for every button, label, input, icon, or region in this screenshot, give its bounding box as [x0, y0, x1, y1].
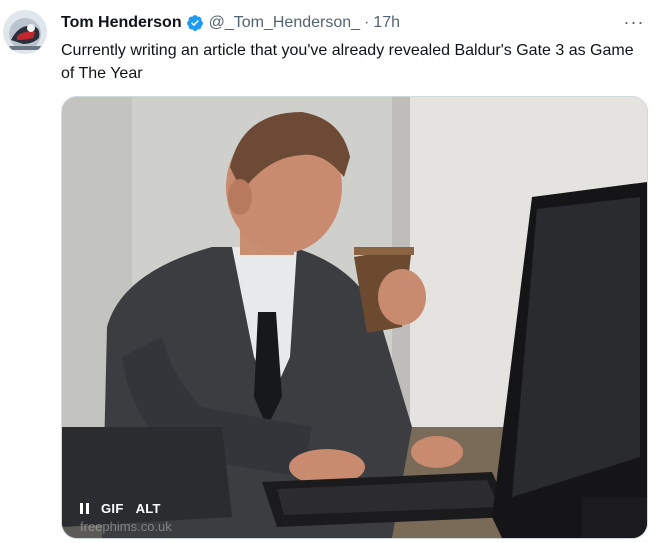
avatar-image: [3, 10, 47, 54]
author-handle[interactable]: @_Tom_Henderson_: [209, 14, 360, 32]
gif-frame: [62, 97, 647, 538]
tweet-header: Tom Henderson @_Tom_Henderson_ · 17h: [61, 12, 400, 34]
tweet-media-gif[interactable]: GIF ALT freephims.co.uk: [61, 96, 648, 539]
gif-controls: GIF ALT: [80, 501, 161, 516]
avatar[interactable]: [3, 10, 47, 54]
alt-badge[interactable]: ALT: [136, 501, 161, 516]
gif-badge: GIF: [101, 501, 124, 516]
tweet-text: Currently writing an article that you've…: [61, 42, 634, 82]
separator-dot: ·: [364, 14, 370, 31]
author-name[interactable]: Tom Henderson: [61, 14, 182, 32]
tweet-timestamp[interactable]: 17h: [373, 14, 400, 32]
pause-icon[interactable]: [80, 503, 89, 514]
verified-badge-icon: [186, 14, 204, 32]
more-options-icon[interactable]: ···: [622, 12, 646, 32]
gif-watermark: freephims.co.uk: [80, 519, 172, 534]
